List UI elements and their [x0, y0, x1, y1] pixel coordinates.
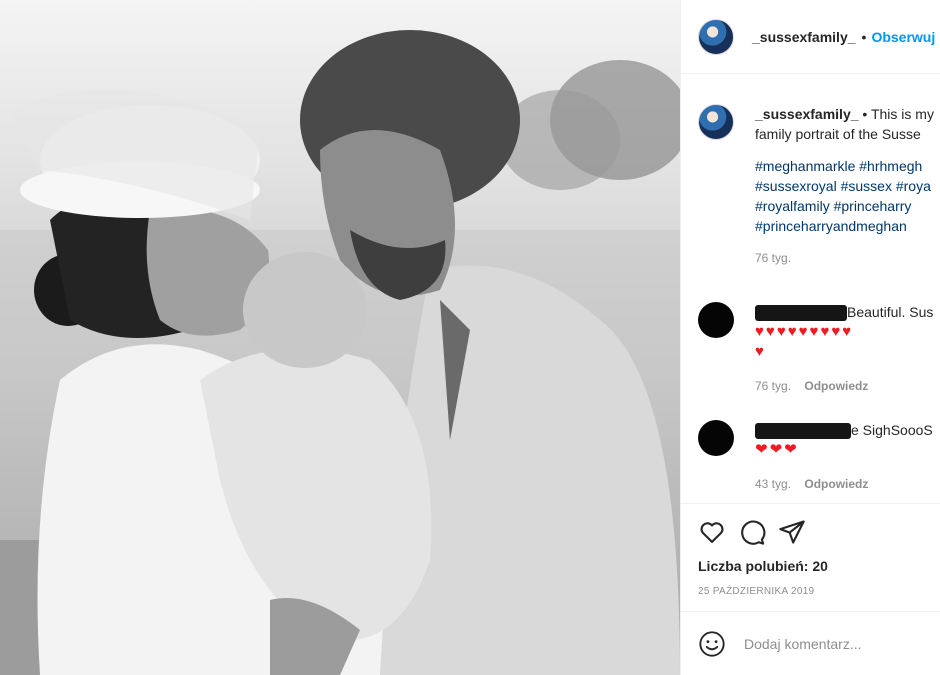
family-portrait-photo — [0, 30, 680, 675]
post-actions: Liczba polubień: 20 25 PAŹDZIERNIKA 2019 — [681, 503, 940, 611]
hashtag-list: #meghanmarkle #hrhmegh #sussexroyal #sus… — [755, 156, 934, 236]
post-header: _sussexfamily_ • Obserwuj — [681, 0, 940, 74]
hashtag-line[interactable]: #meghanmarkle #hrhmegh — [755, 156, 934, 176]
post-caption: _sussexfamily_ • This is my family portr… — [698, 104, 940, 268]
comment-text: Beautiful. Sus — [847, 304, 934, 320]
redacted-username — [755, 423, 851, 440]
reply-button[interactable]: Odpowiedz — [804, 477, 868, 491]
comment-hearts: ♥ — [755, 343, 766, 360]
comment-input[interactable]: Dodaj komentarz... — [744, 636, 862, 652]
author-avatar[interactable] — [698, 18, 734, 55]
post-date[interactable]: 25 PAŹDZIERNIKA 2019 — [698, 586, 814, 597]
share-icon[interactable] — [778, 518, 806, 546]
post-image[interactable] — [0, 0, 680, 675]
comment-icon[interactable] — [738, 518, 766, 546]
author-username[interactable]: _sussexfamily_ — [752, 29, 856, 45]
commenter-avatar[interactable] — [698, 302, 734, 338]
likes-count[interactable]: Liczba polubień: 20 — [698, 558, 828, 574]
follow-button[interactable]: Obserwuj — [871, 29, 935, 45]
caption-avatar[interactable] — [698, 104, 734, 140]
caption-text-line2: family portrait of the Susse — [755, 126, 921, 142]
post-side-panel: _sussexfamily_ • Obserwuj _sussexfamily_… — [680, 0, 940, 675]
commenter-avatar[interactable] — [698, 420, 734, 456]
heart-icon[interactable] — [698, 518, 726, 546]
comment-hearts: ❤❤❤ — [755, 441, 799, 458]
comment-item: e SighSoooS ❤❤❤ 43 tyg. Odpowiedz — [698, 420, 940, 494]
reply-button[interactable]: Odpowiedz — [804, 379, 868, 393]
comment-item: Beautiful. Sus ♥♥♥♥♥♥♥♥♥ ♥ 76 tyg. Odpow… — [698, 302, 940, 396]
caption-text: • This is my — [858, 106, 934, 122]
add-comment-bar: Dodaj komentarz... — [681, 611, 940, 675]
comment-hearts: ♥♥♥♥♥♥♥♥♥ — [755, 323, 854, 340]
caption-timestamp[interactable]: 76 tyg. — [755, 248, 934, 268]
comment-text: e SighSoooS — [851, 422, 933, 438]
comment-timestamp[interactable]: 43 tyg. — [755, 477, 791, 491]
emoji-icon[interactable] — [698, 630, 726, 658]
redacted-username — [755, 305, 847, 322]
comment-timestamp[interactable]: 76 tyg. — [755, 379, 791, 393]
caption-username[interactable]: _sussexfamily_ — [755, 106, 859, 122]
hashtag-line[interactable]: #sussexroyal #sussex #roya — [755, 176, 934, 196]
separator-dot: • — [861, 28, 867, 45]
hashtag-line[interactable]: #princeharryandmeghan — [755, 216, 934, 236]
hashtag-line[interactable]: #royalfamily #princeharry — [755, 196, 934, 216]
